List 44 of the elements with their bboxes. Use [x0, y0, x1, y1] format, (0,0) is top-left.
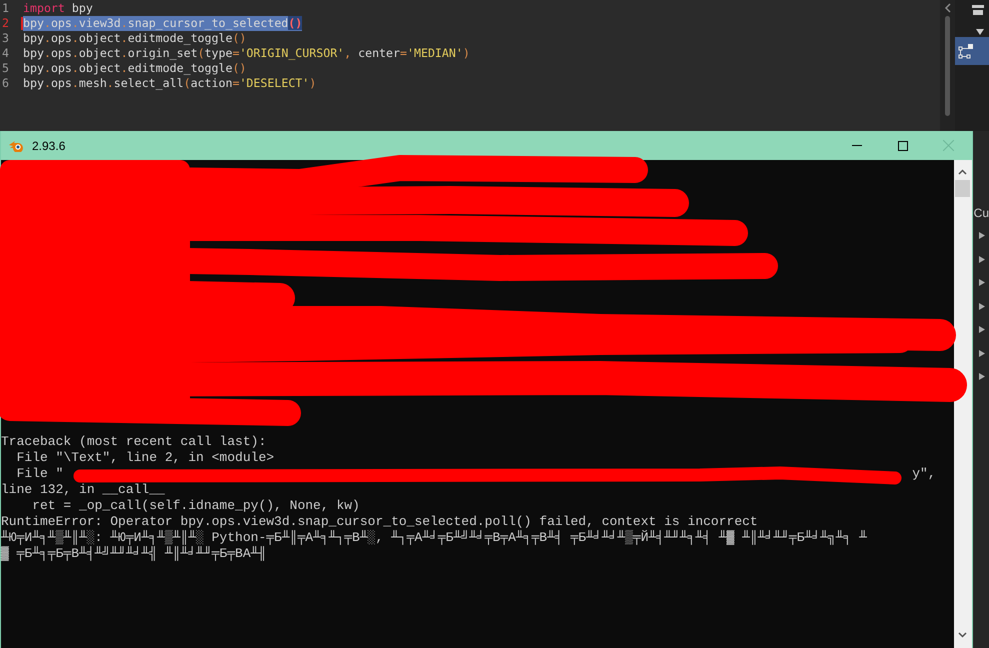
code-line: bpy.ops.object.editmode_toggle() — [23, 31, 246, 46]
console-line: ▓ ╤Б╨╕╤Б╤В╨╡╨╝╨╜╨╛╨╣ ╨║╨╛╨╜╤Б╤ВА╨╢ — [1, 546, 266, 562]
console-line: File "\Text", line 2, in <module> — [16, 450, 274, 466]
console-line: File " — [16, 466, 64, 482]
expand-icon[interactable] — [978, 326, 985, 333]
console-scrollbar[interactable] — [954, 160, 972, 648]
code-line: import bpy — [23, 1, 93, 16]
editor-scrollbar[interactable] — [940, 0, 955, 131]
blender-logo-icon — [8, 139, 24, 152]
maximize-icon — [898, 140, 908, 150]
scroll-up-icon[interactable] — [958, 169, 968, 175]
line-number: 3 — [1, 31, 10, 46]
code-line: bpy.ops.object.origin_set(type='ORIGIN_CURSOR', center='MEDIAN') — [23, 46, 470, 61]
line-number: 6 — [1, 76, 10, 91]
expand-icon[interactable] — [978, 350, 985, 356]
scrollbar-thumb[interactable] — [955, 180, 970, 197]
line-number: 2 — [1, 16, 10, 31]
expand-icon[interactable] — [978, 232, 985, 239]
console-line: ╨Ю╤И╨╕╨▒╨║╨░: ╨Ю╤И╨╕╨▒╨║╨░ Python-╤Б╨║╤А╨╕╨┐╤В╨░, ╨┐╤А╨╛╤Б╨╝╨╛╤В╤А╨╕╤В╨╡ ╤Б╨╛╨╛╨▒╤Й╨╡╨╜╨╕╨╡ ╨▓ ╨║╨╛╨╜╤Б╨╛╨╗╨╕ ╨ — [1, 530, 867, 546]
outliner-row[interactable] — [955, 37, 989, 65]
panel-label: Cu — [974, 205, 989, 222]
collapse-icon[interactable] — [944, 2, 952, 14]
code-line: bpy.ops.mesh.select_all(action='DESELECT') — [23, 76, 316, 91]
expand-icon[interactable] — [978, 279, 985, 286]
code-line: bpy.ops.object.editmode_toggle() — [23, 61, 246, 76]
expand-icon[interactable] — [978, 256, 985, 262]
window-title: 2.93.6 — [32, 138, 66, 154]
line-number: 1 — [1, 1, 10, 16]
scroll-down-icon[interactable] — [958, 632, 968, 638]
console-line: Traceback (most recent call last): — [1, 434, 266, 450]
line-number: 5 — [1, 61, 10, 76]
console-line: line 132, in __call__ — [1, 482, 165, 498]
scrollbar-thumb[interactable] — [945, 16, 950, 116]
console-line: ret = _op_call(self.idname_py(), None, kw) — [31, 498, 360, 514]
filter-icon[interactable] — [972, 5, 984, 15]
object-icon — [958, 43, 974, 59]
expand-icon[interactable] — [978, 302, 985, 310]
close-icon — [943, 140, 954, 151]
console-line: RuntimeError: Operator bpy.ops.view3d.snap_cursor_to_selected.poll() failed, context is incorrect — [1, 514, 758, 530]
minimize-icon — [852, 145, 862, 146]
line-number: 4 — [1, 46, 10, 61]
expand-icon[interactable] — [978, 373, 985, 380]
console-text: y", — [912, 466, 937, 482]
dropdown-icon[interactable] — [976, 29, 984, 35]
